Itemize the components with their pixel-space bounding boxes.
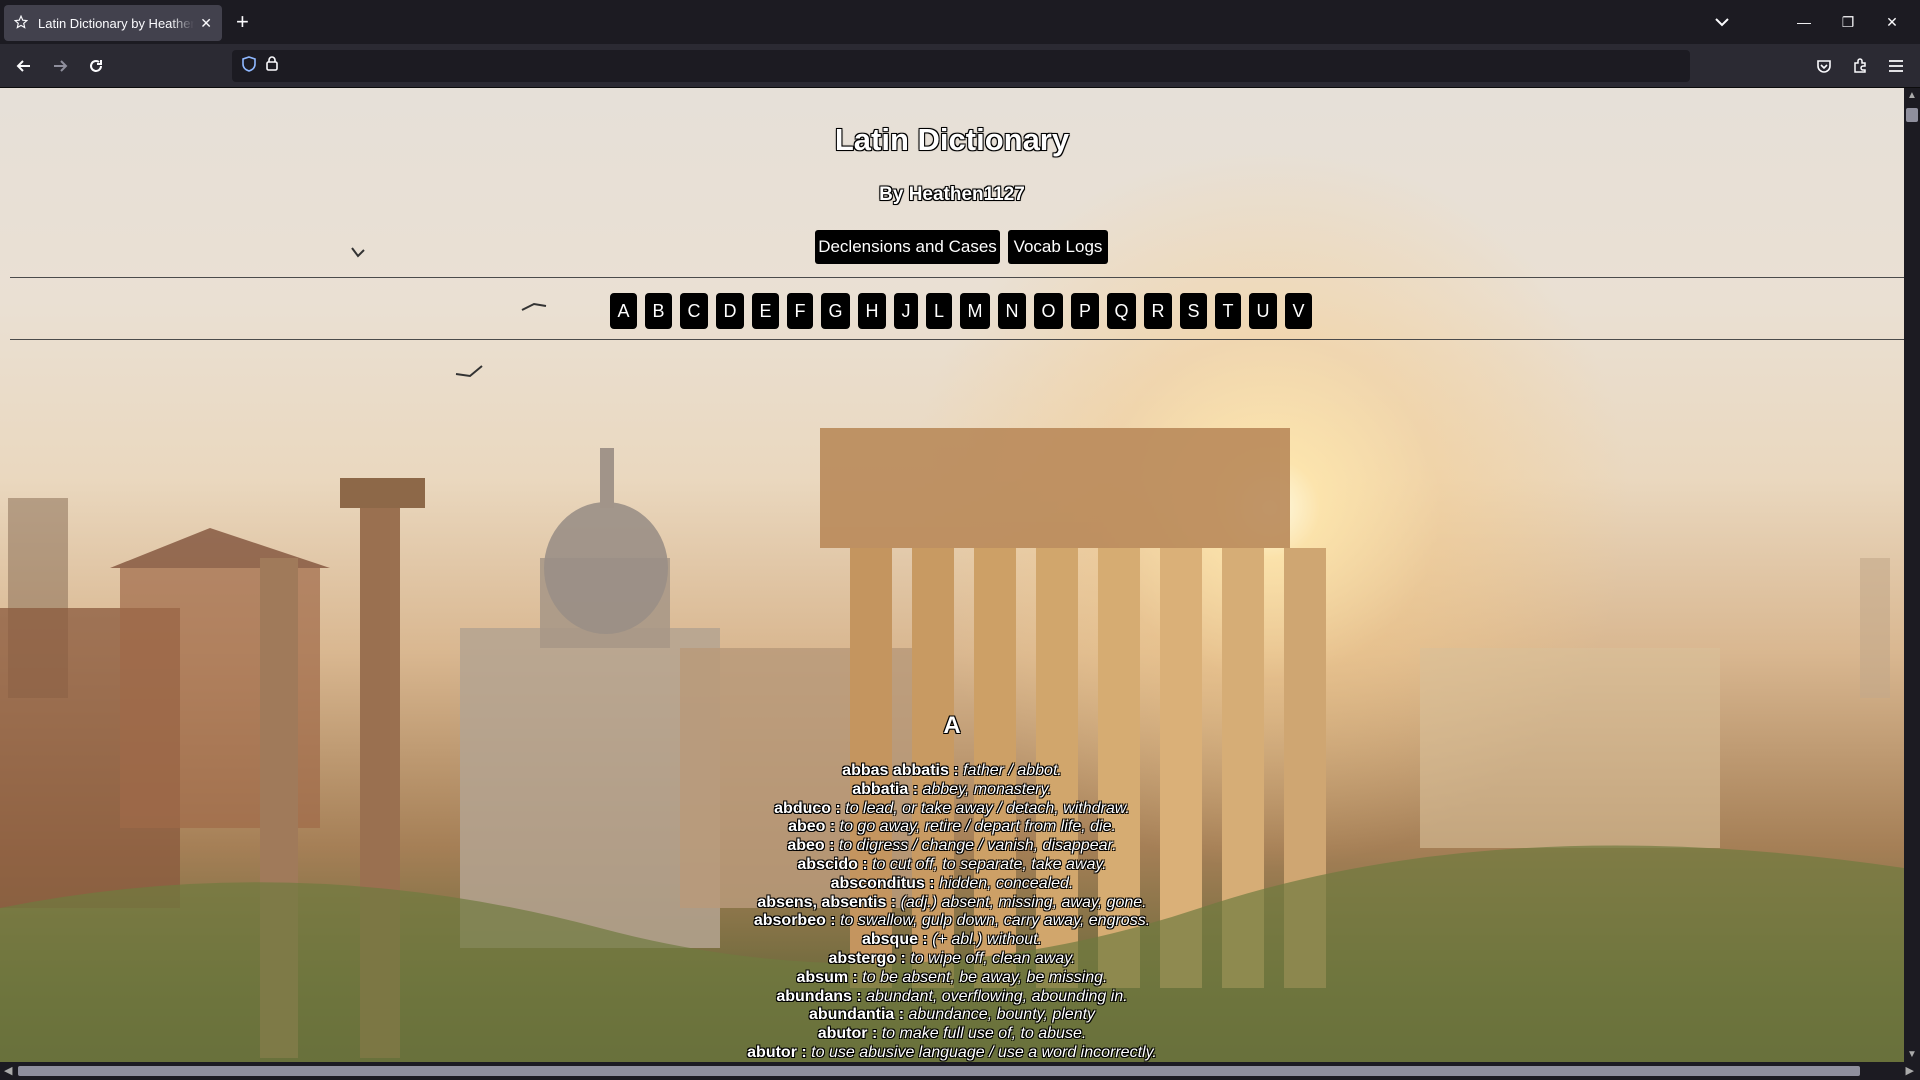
navigation-toolbar	[0, 44, 1920, 88]
list-item: abutor : to use abusive language / use a…	[747, 1043, 1157, 1061]
list-item: abscido : to cut off, to separate, take …	[797, 855, 1107, 873]
chevron-down-icon	[1700, 0, 1744, 44]
letter-index: A B C D E F G H J L M N O P Q R S T U V	[610, 293, 1312, 329]
shield-icon[interactable]	[242, 55, 256, 77]
vertical-scroll-thumb[interactable]	[1906, 108, 1918, 122]
browser-tab[interactable]: Latin Dictionary by Heathen1127 ✕	[4, 5, 222, 41]
list-item: absorbeo : to swallow, gulp down, carry …	[753, 912, 1151, 930]
entry-list: abbas abbatis : father / abbot. abbatia …	[0, 762, 1904, 1062]
letter-button-d[interactable]: D	[716, 293, 744, 329]
letter-button-n[interactable]: N	[998, 293, 1026, 329]
new-tab-button[interactable]: +	[236, 10, 249, 34]
letter-button-a[interactable]: A	[610, 293, 637, 329]
list-item: abstergo : to wipe off, clean away.	[828, 949, 1076, 967]
list-item: abundans : abundant, overflowing, abound…	[776, 987, 1128, 1005]
page-subtitle: By Heathen1127	[879, 184, 1025, 205]
pocket-icon[interactable]	[1806, 44, 1842, 88]
arrow-left-icon	[16, 60, 30, 72]
letter-button-r[interactable]: R	[1144, 293, 1172, 329]
letter-button-t[interactable]: T	[1215, 293, 1241, 329]
letter-button-p[interactable]: P	[1071, 293, 1099, 329]
vertical-scrollbar[interactable]: ▲ ▼	[1904, 88, 1920, 1062]
scroll-down-icon[interactable]: ▼	[1907, 1049, 1917, 1060]
section-heading: A	[943, 712, 961, 739]
arrow-right-icon	[54, 60, 68, 72]
scroll-up-icon[interactable]: ▲	[1907, 90, 1917, 101]
restore-button[interactable]: ❐	[1826, 0, 1870, 44]
scroll-right-icon[interactable]: ▶	[1906, 1064, 1914, 1077]
letter-button-l[interactable]: L	[926, 293, 952, 329]
vocab-logs-button[interactable]: Vocab Logs	[1008, 230, 1108, 264]
close-tab-icon[interactable]: ✕	[200, 15, 212, 32]
letter-button-f[interactable]: F	[787, 293, 813, 329]
scroll-left-icon[interactable]: ◀	[4, 1064, 12, 1077]
lock-icon[interactable]	[266, 56, 278, 76]
declensions-and-cases-button[interactable]: Declensions and Cases	[815, 230, 1000, 264]
tab-title: Latin Dictionary by Heathen1127	[38, 15, 195, 31]
list-tabs-button[interactable]	[1700, 0, 1744, 44]
reload-icon	[90, 60, 102, 72]
list-item: abeo : to digress / change / vanish, dis…	[787, 837, 1117, 855]
list-item: abundantia : abundance, bounty, plenty	[808, 1006, 1096, 1024]
list-item: abduco : to lead, or take away / detach,…	[774, 799, 1130, 817]
reload-button[interactable]	[78, 44, 114, 88]
letter-button-m[interactable]: M	[960, 293, 990, 329]
page-title: Latin Dictionary	[834, 122, 1070, 157]
list-item: abutor : to make full use of, to abuse.	[817, 1025, 1087, 1043]
list-item: abbas abbatis : father / abbot.	[842, 762, 1062, 779]
letter-button-g[interactable]: G	[821, 293, 850, 329]
list-item: abbatia : abbey, monastery.	[852, 780, 1052, 798]
horizontal-scroll-thumb[interactable]	[18, 1066, 1860, 1076]
back-button[interactable]	[6, 44, 42, 88]
url-bar[interactable]	[232, 50, 1690, 82]
letter-button-j[interactable]: J	[894, 293, 918, 329]
star-icon	[13, 14, 29, 32]
hamburger-menu-icon[interactable]	[1878, 44, 1914, 88]
letter-button-s[interactable]: S	[1180, 293, 1207, 329]
tab-bar: Latin Dictionary by Heathen1127 ✕ + — ❐ …	[0, 0, 1920, 44]
list-item: absens, absentis : (adj.) absent, missin…	[757, 893, 1147, 911]
letter-button-q[interactable]: Q	[1107, 293, 1136, 329]
forward-button[interactable]	[42, 44, 78, 88]
list-item: abeo : to go away, retire / depart from …	[788, 818, 1116, 836]
divider-bottom	[10, 339, 1904, 340]
page-content: Latin Dictionary By Heathen1127 Declensi…	[0, 88, 1904, 1062]
letter-button-h[interactable]: H	[858, 293, 886, 329]
letter-button-b[interactable]: B	[645, 293, 672, 329]
close-window-button[interactable]: ✕	[1870, 0, 1914, 44]
divider-top	[10, 277, 1904, 278]
letter-button-e[interactable]: E	[752, 293, 779, 329]
extensions-icon[interactable]	[1842, 44, 1878, 88]
letter-button-v[interactable]: V	[1285, 293, 1312, 329]
list-item: absconditus : hidden, concealed.	[830, 874, 1074, 892]
letter-button-u[interactable]: U	[1249, 293, 1277, 329]
letter-button-c[interactable]: C	[680, 293, 708, 329]
list-item: absque : (+ abl.) without.	[861, 931, 1043, 949]
list-item: absum : to be absent, be away, be missin…	[796, 968, 1108, 986]
horizontal-scrollbar[interactable]: ◀ ▶	[0, 1062, 1920, 1080]
minimize-button[interactable]: —	[1782, 0, 1826, 44]
letter-button-o[interactable]: O	[1034, 293, 1063, 329]
